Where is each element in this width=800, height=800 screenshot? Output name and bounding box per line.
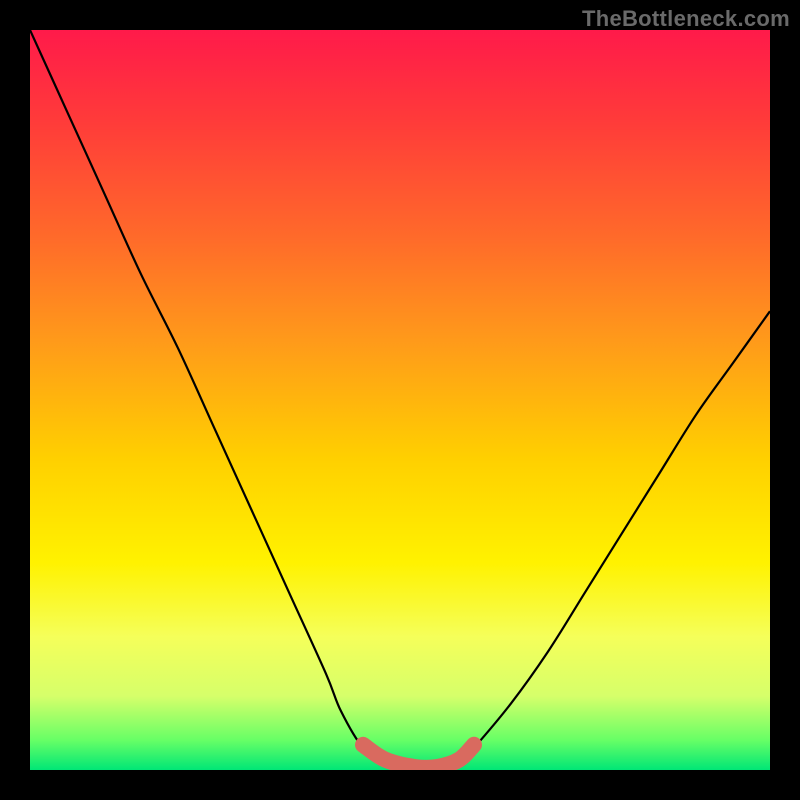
bottleneck-curve-line [30,30,770,770]
watermark-label: TheBottleneck.com [582,6,790,32]
bottleneck-curve-svg [30,30,770,770]
optimal-zone-highlight [363,745,474,768]
chart-frame: TheBottleneck.com [0,0,800,800]
plot-area [30,30,770,770]
